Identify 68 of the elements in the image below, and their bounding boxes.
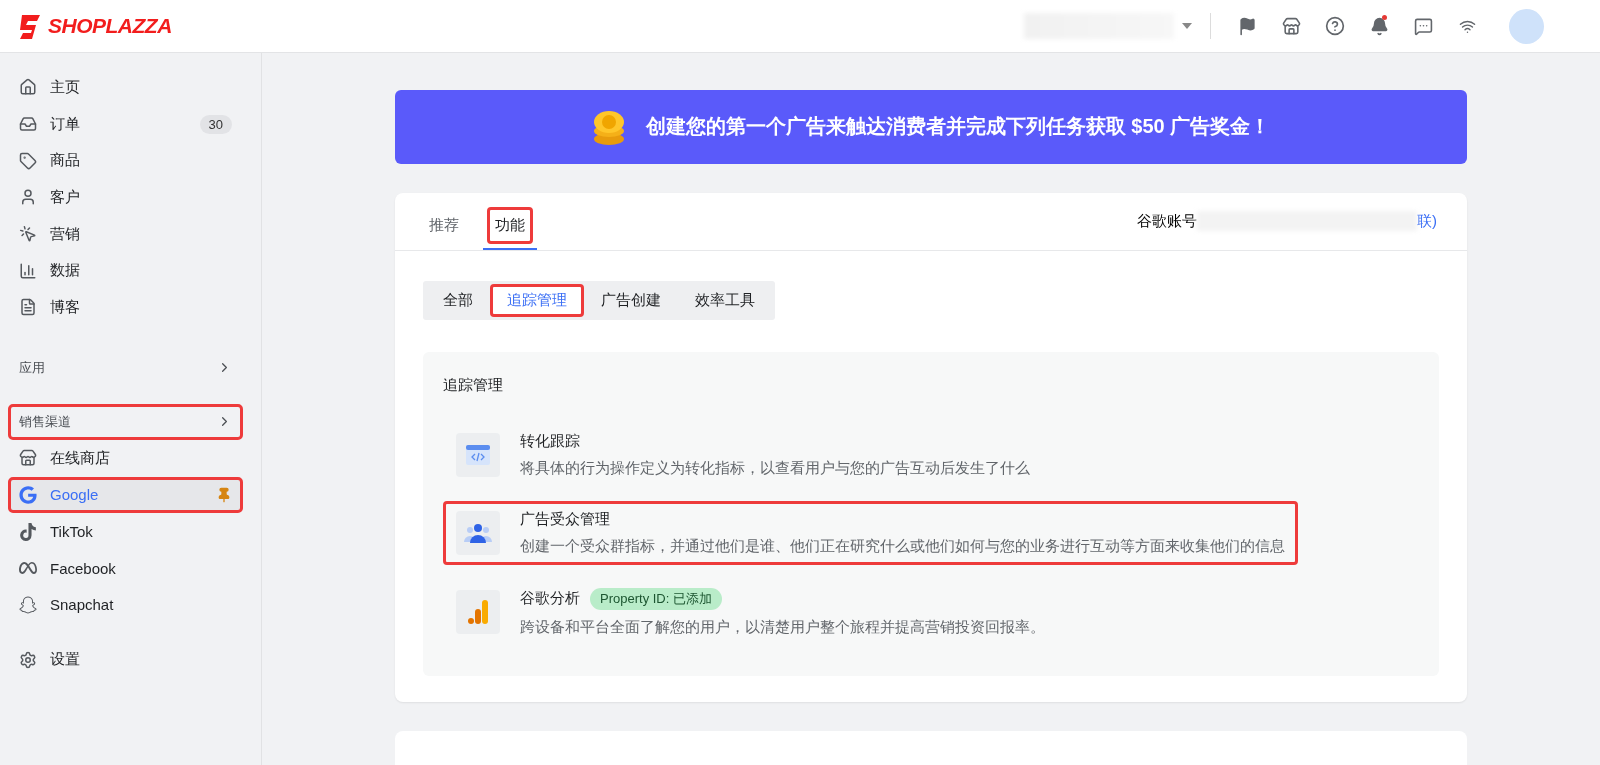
filter-tab[interactable]: 效率工具 xyxy=(678,283,772,317)
section-title: 销售渠道 xyxy=(19,412,71,431)
store-icon xyxy=(19,449,37,468)
sidebar-item[interactable]: 客户 xyxy=(8,179,243,216)
item-label: 主页 xyxy=(50,77,80,97)
browser-code-icon xyxy=(465,443,491,466)
logo-icon xyxy=(18,13,42,39)
channel-item[interactable]: 在线商店 xyxy=(8,439,243,477)
ghost-icon xyxy=(19,595,37,614)
people-group-icon xyxy=(464,521,492,544)
caret-icon[interactable] xyxy=(1182,23,1192,29)
channel-item[interactable]: Google xyxy=(8,476,243,514)
google-icon xyxy=(19,485,37,504)
tiktok-icon xyxy=(19,522,37,541)
feature-row[interactable]: 转化跟踪 将具体的行为操作定义为转化指标，以查看用户与您的广告互动后发生了什么 xyxy=(443,422,1043,487)
sidebar-item[interactable]: 数据 xyxy=(8,252,243,290)
sidebar-item[interactable]: 博客 xyxy=(8,289,243,326)
account-link[interactable]: 联) xyxy=(1417,211,1437,231)
logo-wordmark: SHOPLAZZA xyxy=(48,14,172,38)
item-label: 设置 xyxy=(50,650,80,670)
channel-item[interactable]: Facebook xyxy=(8,549,243,587)
filter-tab[interactable]: 追踪管理 xyxy=(490,283,584,317)
filter-tab[interactable]: 全部 xyxy=(426,283,490,317)
feature-description: 将具体的行为操作定义为转化指标，以查看用户与您的广告互动后发生了什么 xyxy=(520,458,1030,478)
item-label: 订单 xyxy=(50,114,80,134)
filter-tab[interactable]: 广告创建 xyxy=(584,283,678,317)
feature-title: 广告受众管理 xyxy=(520,509,610,529)
section-title: 追踪管理 xyxy=(443,375,504,395)
settings-icon xyxy=(19,650,37,669)
tab[interactable]: 推荐 xyxy=(417,206,471,250)
sidebar-item[interactable]: 设置 xyxy=(8,641,243,678)
item-label: Google xyxy=(50,486,99,504)
section-title: 应用 xyxy=(19,358,45,377)
item-label: Facebook xyxy=(50,559,116,577)
item-label: TikTok xyxy=(50,523,93,541)
section-header[interactable]: 销售渠道 xyxy=(8,403,243,440)
item-label: 博客 xyxy=(50,297,80,317)
channel-item[interactable]: TikTok xyxy=(8,513,243,550)
feature-description: 跨设备和平台全面了解您的用户，以清楚用户整个旅程并提高营销投资回报率。 xyxy=(520,617,1045,637)
item-label: Snapchat xyxy=(50,596,114,614)
account-label: 谷歌账号 xyxy=(1137,211,1197,231)
home-icon xyxy=(19,78,37,97)
document-icon xyxy=(19,298,37,317)
feature-description: 创建一个受众群指标，并通过他们是谁、他们正在研究什么或他们如何与您的业务进行互动等方面来收集他们的信息 xyxy=(520,536,1285,556)
user-icon xyxy=(19,188,37,207)
item-label: 客户 xyxy=(50,187,80,207)
item-label: 数据 xyxy=(50,261,80,281)
sidebar-item[interactable]: 订单 30 xyxy=(8,105,243,143)
item-label: 商品 xyxy=(50,151,80,171)
feature-title: 转化跟踪 xyxy=(520,431,580,451)
tag-icon xyxy=(19,151,37,170)
cursor-icon xyxy=(19,225,37,244)
feature-title: 谷歌分析 xyxy=(520,589,580,609)
channel-item[interactable]: Snapchat xyxy=(8,586,243,624)
feature-row[interactable]: 谷歌分析 Property ID: 已添加 跨设备和平台全面了解您的用户，以清楚用户整个旅程并提高营销投资回报率。 xyxy=(443,578,1058,646)
sidebar-item[interactable]: 营销 xyxy=(8,215,243,253)
sidebar-item[interactable]: 主页 xyxy=(8,69,243,106)
bar-chart-icon xyxy=(19,261,37,280)
section-header[interactable]: 应用 xyxy=(8,349,243,386)
banner-text: 创建您的第一个广告来触达消费者并完成下列任务获取 $50 广告奖金！ xyxy=(645,114,1271,140)
item-label: 营销 xyxy=(50,224,80,244)
count-badge: 30 xyxy=(199,114,232,134)
status-tag: Property ID: 已添加 xyxy=(590,587,722,610)
feature-row[interactable]: 广告受众管理 创建一个受众群指标，并通过他们是谁、他们正在研究什么或他们如何与您的业务进行互动等方面来收集他们的信息 xyxy=(443,500,1298,565)
bar-chart-icon xyxy=(467,600,489,625)
sidebar-item[interactable]: 商品 xyxy=(8,142,243,180)
inbox-icon xyxy=(19,115,37,134)
item-label: 在线商店 xyxy=(50,448,110,468)
